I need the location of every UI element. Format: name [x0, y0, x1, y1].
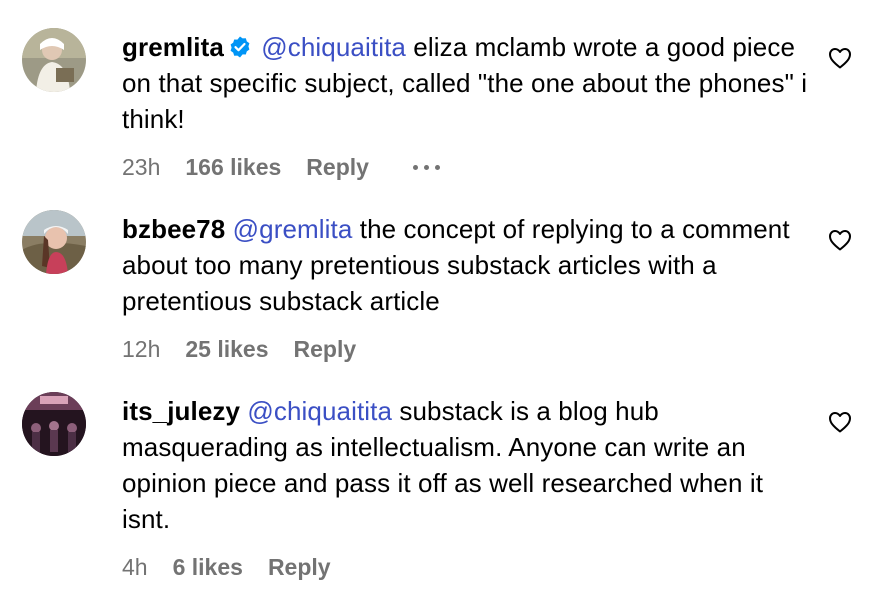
comment-text: its_julezy @chiquaitita substack is a bl…	[122, 393, 812, 537]
likes-count[interactable]: 6 likes	[173, 554, 243, 581]
heart-outline-icon[interactable]	[828, 229, 852, 251]
comment-text: gremlita @chiquaitita eliza mclamb wrote…	[122, 29, 812, 137]
username[interactable]: gremlita	[122, 32, 224, 62]
comment-meta: 12h 25 likes Reply	[122, 336, 356, 363]
comment-text: bzbee78 @gremlita the concept of replyin…	[122, 211, 812, 319]
reply-button[interactable]: Reply	[294, 336, 357, 363]
mention-link[interactable]: @gremlita	[233, 214, 353, 244]
reply-button[interactable]: Reply	[268, 554, 331, 581]
mention-link[interactable]: @chiquaitita	[261, 32, 406, 62]
heart-outline-icon[interactable]	[828, 411, 852, 433]
comment-time: 23h	[122, 154, 161, 180]
more-options-icon[interactable]	[412, 165, 440, 170]
comment-time: 12h	[122, 336, 161, 362]
avatar[interactable]	[22, 210, 86, 274]
avatar[interactable]	[22, 28, 86, 92]
heart-outline-icon[interactable]	[828, 47, 852, 69]
mention-link[interactable]: @chiquaitita	[247, 396, 392, 426]
reply-button[interactable]: Reply	[306, 154, 369, 181]
username[interactable]: its_julezy	[122, 396, 240, 426]
comment-meta: 23h 166 likes Reply	[122, 154, 440, 181]
comment-meta: 4h 6 likes Reply	[122, 554, 331, 581]
username[interactable]: bzbee78	[122, 214, 225, 244]
avatar[interactable]	[22, 392, 86, 456]
comment-time: 4h	[122, 554, 148, 580]
verified-badge-icon	[228, 32, 252, 58]
comment-body: eliza mclamb wrote a good piece on that …	[122, 32, 808, 134]
likes-count[interactable]: 25 likes	[185, 336, 268, 363]
likes-count[interactable]: 166 likes	[185, 154, 281, 181]
